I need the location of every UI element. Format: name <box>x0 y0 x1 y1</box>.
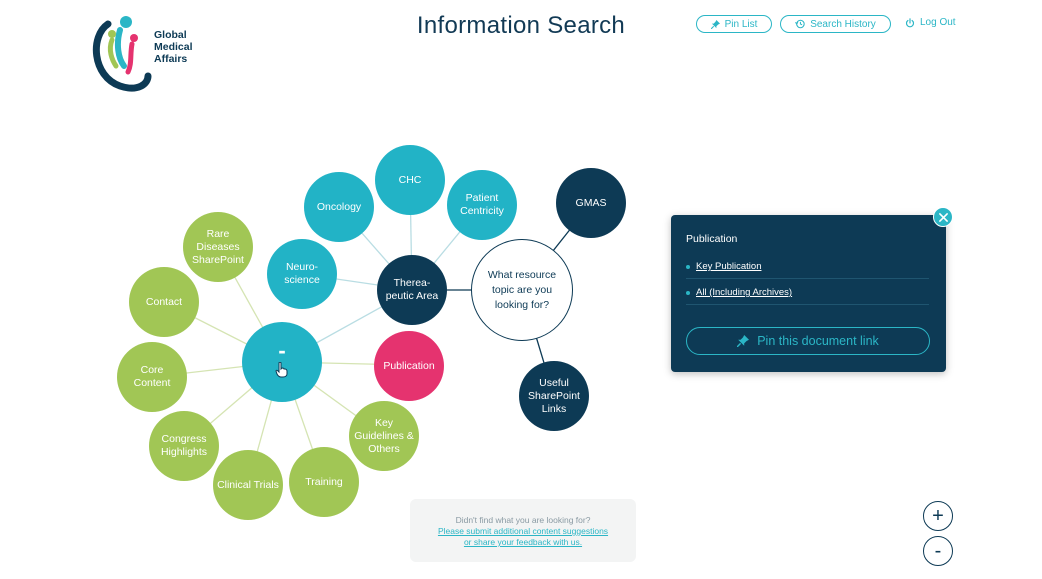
node-key-guidelines[interactable]: Key Guidelines & Others <box>349 401 419 471</box>
pin-document-link-button[interactable]: Pin this document link <box>686 327 930 355</box>
node-chc[interactable]: CHC <box>375 145 445 215</box>
close-icon <box>938 212 948 222</box>
link-all-archives-label: All (Including Archives) <box>696 287 793 298</box>
node-publication[interactable]: Publication <box>374 331 444 401</box>
node-rare-diseases-sharepoint[interactable]: Rare Diseases SharePoint <box>183 212 253 282</box>
feedback-link-line-2[interactable]: or share your feedback with us. <box>410 537 636 548</box>
node-core-content[interactable]: Core Content <box>117 342 187 412</box>
node-training[interactable]: Training <box>289 447 359 517</box>
node-patient-centricity[interactable]: Patient Centricity <box>447 170 517 240</box>
link-key-publication[interactable]: Key Publication <box>686 261 761 272</box>
panel-divider <box>686 278 929 279</box>
zoom-in-button[interactable]: + <box>923 501 953 531</box>
bullet-dot <box>686 290 690 295</box>
node-therapeutic-area[interactable]: Therea-peutic Area <box>377 255 447 325</box>
zoom-out-label: - <box>934 539 942 562</box>
hand-cursor-icon <box>275 361 289 382</box>
node-contact[interactable]: Contact <box>129 267 199 337</box>
node-congress-highlights[interactable]: Congress Highlights <box>149 411 219 481</box>
node-clinical-trials[interactable]: Clinical Trials <box>213 450 283 520</box>
bullet-dot <box>686 264 690 269</box>
link-all-including-archives[interactable]: All (Including Archives) <box>686 287 792 298</box>
feedback-box: Didn't find what you are looking for? Pl… <box>410 499 636 562</box>
node-active-collapse[interactable]: - <box>242 322 322 402</box>
collapse-minus-label: - <box>278 338 286 363</box>
link-key-publication-label: Key Publication <box>696 261 762 272</box>
panel-divider <box>686 304 929 305</box>
feedback-link-line-1[interactable]: Please submit additional content suggest… <box>410 526 636 537</box>
pin-icon <box>737 335 750 347</box>
panel-heading: Publication <box>686 233 738 245</box>
node-neuroscience[interactable]: Neuro-science <box>267 239 337 309</box>
zoom-in-label: + <box>932 504 944 527</box>
center-question-node[interactable]: What resource topic are you looking for? <box>471 239 573 341</box>
feedback-question: Didn't find what you are looking for? <box>455 515 591 525</box>
node-gmas[interactable]: GMAS <box>556 168 626 238</box>
node-useful-sharepoint-links[interactable]: Useful SharePoint Links <box>519 361 589 431</box>
zoom-out-button[interactable]: - <box>923 536 953 566</box>
publication-panel: Publication Key Publication All (Includi… <box>671 215 946 372</box>
node-oncology[interactable]: Oncology <box>304 172 374 242</box>
panel-close-button[interactable] <box>933 207 953 227</box>
pin-document-link-label: Pin this document link <box>757 334 879 348</box>
